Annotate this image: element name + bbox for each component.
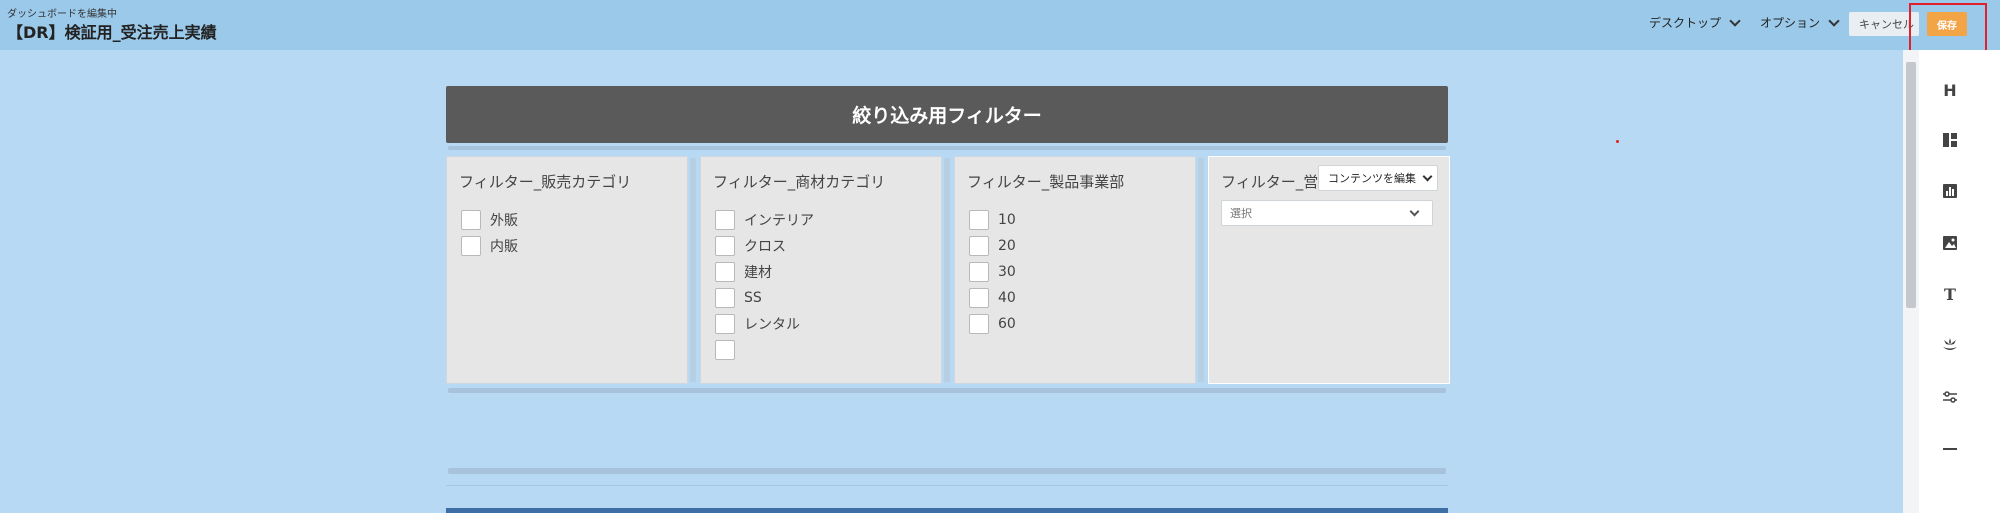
checkbox[interactable] bbox=[715, 340, 735, 360]
widget-title: フィルター_販売カテゴリ bbox=[459, 173, 632, 191]
chart-icon[interactable] bbox=[1938, 179, 1962, 203]
sales-select[interactable]: 選択 bbox=[1221, 200, 1433, 226]
checkbox[interactable] bbox=[715, 288, 735, 308]
checkbox[interactable] bbox=[969, 314, 989, 334]
edit-content-label: コンテンツを編集 bbox=[1328, 172, 1416, 185]
chevron-down-icon bbox=[1422, 171, 1433, 181]
header-icon[interactable]: H bbox=[1938, 78, 1962, 102]
widget-title: フィルター_商材カテゴリ bbox=[713, 173, 886, 191]
filter-option[interactable]: 内販 bbox=[461, 236, 518, 256]
chevron-down-icon bbox=[1828, 14, 1840, 27]
save-button[interactable]: 保存 bbox=[1927, 12, 1967, 36]
chevron-down-icon bbox=[1409, 206, 1420, 217]
filter-option[interactable] bbox=[715, 340, 744, 360]
checkbox[interactable] bbox=[715, 262, 735, 282]
checkbox[interactable] bbox=[969, 210, 989, 230]
widget-title: フィルター_営業 bbox=[1221, 173, 1321, 191]
resize-handle-bottom[interactable] bbox=[448, 388, 1446, 393]
layout-icon[interactable] bbox=[1938, 128, 1962, 152]
resize-handle-top[interactable] bbox=[448, 146, 1446, 150]
checkbox[interactable] bbox=[969, 288, 989, 308]
checkbox[interactable] bbox=[461, 210, 481, 230]
select-placeholder: 選択 bbox=[1230, 207, 1252, 220]
filter-option[interactable]: レンタル bbox=[715, 314, 800, 334]
column-resize-handle[interactable] bbox=[690, 158, 696, 382]
resize-handle-section[interactable] bbox=[448, 468, 1446, 474]
filter-option[interactable]: 60 bbox=[969, 314, 1016, 334]
checkbox[interactable] bbox=[461, 236, 481, 256]
text-icon[interactable]: T bbox=[1938, 282, 1962, 306]
options-menu[interactable]: オプション bbox=[1760, 14, 1840, 31]
scrollbar-thumb[interactable] bbox=[1906, 62, 1916, 308]
desktop-menu-label: デスクトップ bbox=[1649, 16, 1722, 30]
filter-option[interactable]: 20 bbox=[969, 236, 1016, 256]
sliders-icon[interactable] bbox=[1938, 385, 1962, 409]
desktop-menu[interactable]: デスクトップ bbox=[1649, 14, 1741, 31]
checkbox[interactable] bbox=[715, 314, 735, 334]
divider-icon[interactable] bbox=[1938, 437, 1962, 461]
filter-option[interactable]: インテリア bbox=[715, 210, 814, 230]
column-resize-handle[interactable] bbox=[944, 158, 950, 382]
filter-option[interactable]: 建材 bbox=[715, 262, 772, 282]
filter-option[interactable]: 30 bbox=[969, 262, 1016, 282]
checkbox[interactable] bbox=[715, 210, 735, 230]
options-menu-label: オプション bbox=[1760, 16, 1821, 30]
chevron-down-icon bbox=[1729, 14, 1741, 27]
column-resize-handle[interactable] bbox=[1198, 158, 1204, 382]
section-divider bbox=[446, 485, 1448, 486]
filter-option[interactable]: SS bbox=[715, 288, 762, 308]
image-icon[interactable] bbox=[1938, 231, 1962, 255]
filter-option[interactable]: 10 bbox=[969, 210, 1016, 230]
filter-widget-product-division[interactable]: フィルター_製品事業部 10 20 30 40 60 bbox=[954, 156, 1196, 384]
cancel-button[interactable]: キャンセル bbox=[1849, 12, 1919, 36]
filter-option[interactable]: 40 bbox=[969, 288, 1016, 308]
widget-title: フィルター_製品事業部 bbox=[967, 173, 1125, 191]
dashboard-title: 【DR】検証用_受注売上実績 bbox=[7, 23, 217, 42]
next-section-banner[interactable] bbox=[446, 508, 1448, 513]
checkbox[interactable] bbox=[969, 262, 989, 282]
checkbox[interactable] bbox=[969, 236, 989, 256]
filter-option[interactable]: 外販 bbox=[461, 210, 518, 230]
checkbox[interactable] bbox=[715, 236, 735, 256]
filter-banner-title[interactable]: 絞り込み用フィルター bbox=[446, 86, 1448, 143]
edit-content-button[interactable]: コンテンツを編集 bbox=[1318, 165, 1438, 191]
editing-status: ダッシュボードを編集中 bbox=[7, 9, 117, 20]
cursor-marker bbox=[1616, 140, 1619, 143]
filter-widget-product-category[interactable]: フィルター_商材カテゴリ インテリア クロス 建材 SS レンタル bbox=[700, 156, 942, 384]
filter-widget-icon[interactable] bbox=[1938, 333, 1962, 357]
filter-widget-sales-category[interactable]: フィルター_販売カテゴリ 外販 内販 bbox=[446, 156, 688, 384]
filter-option[interactable]: クロス bbox=[715, 236, 786, 256]
